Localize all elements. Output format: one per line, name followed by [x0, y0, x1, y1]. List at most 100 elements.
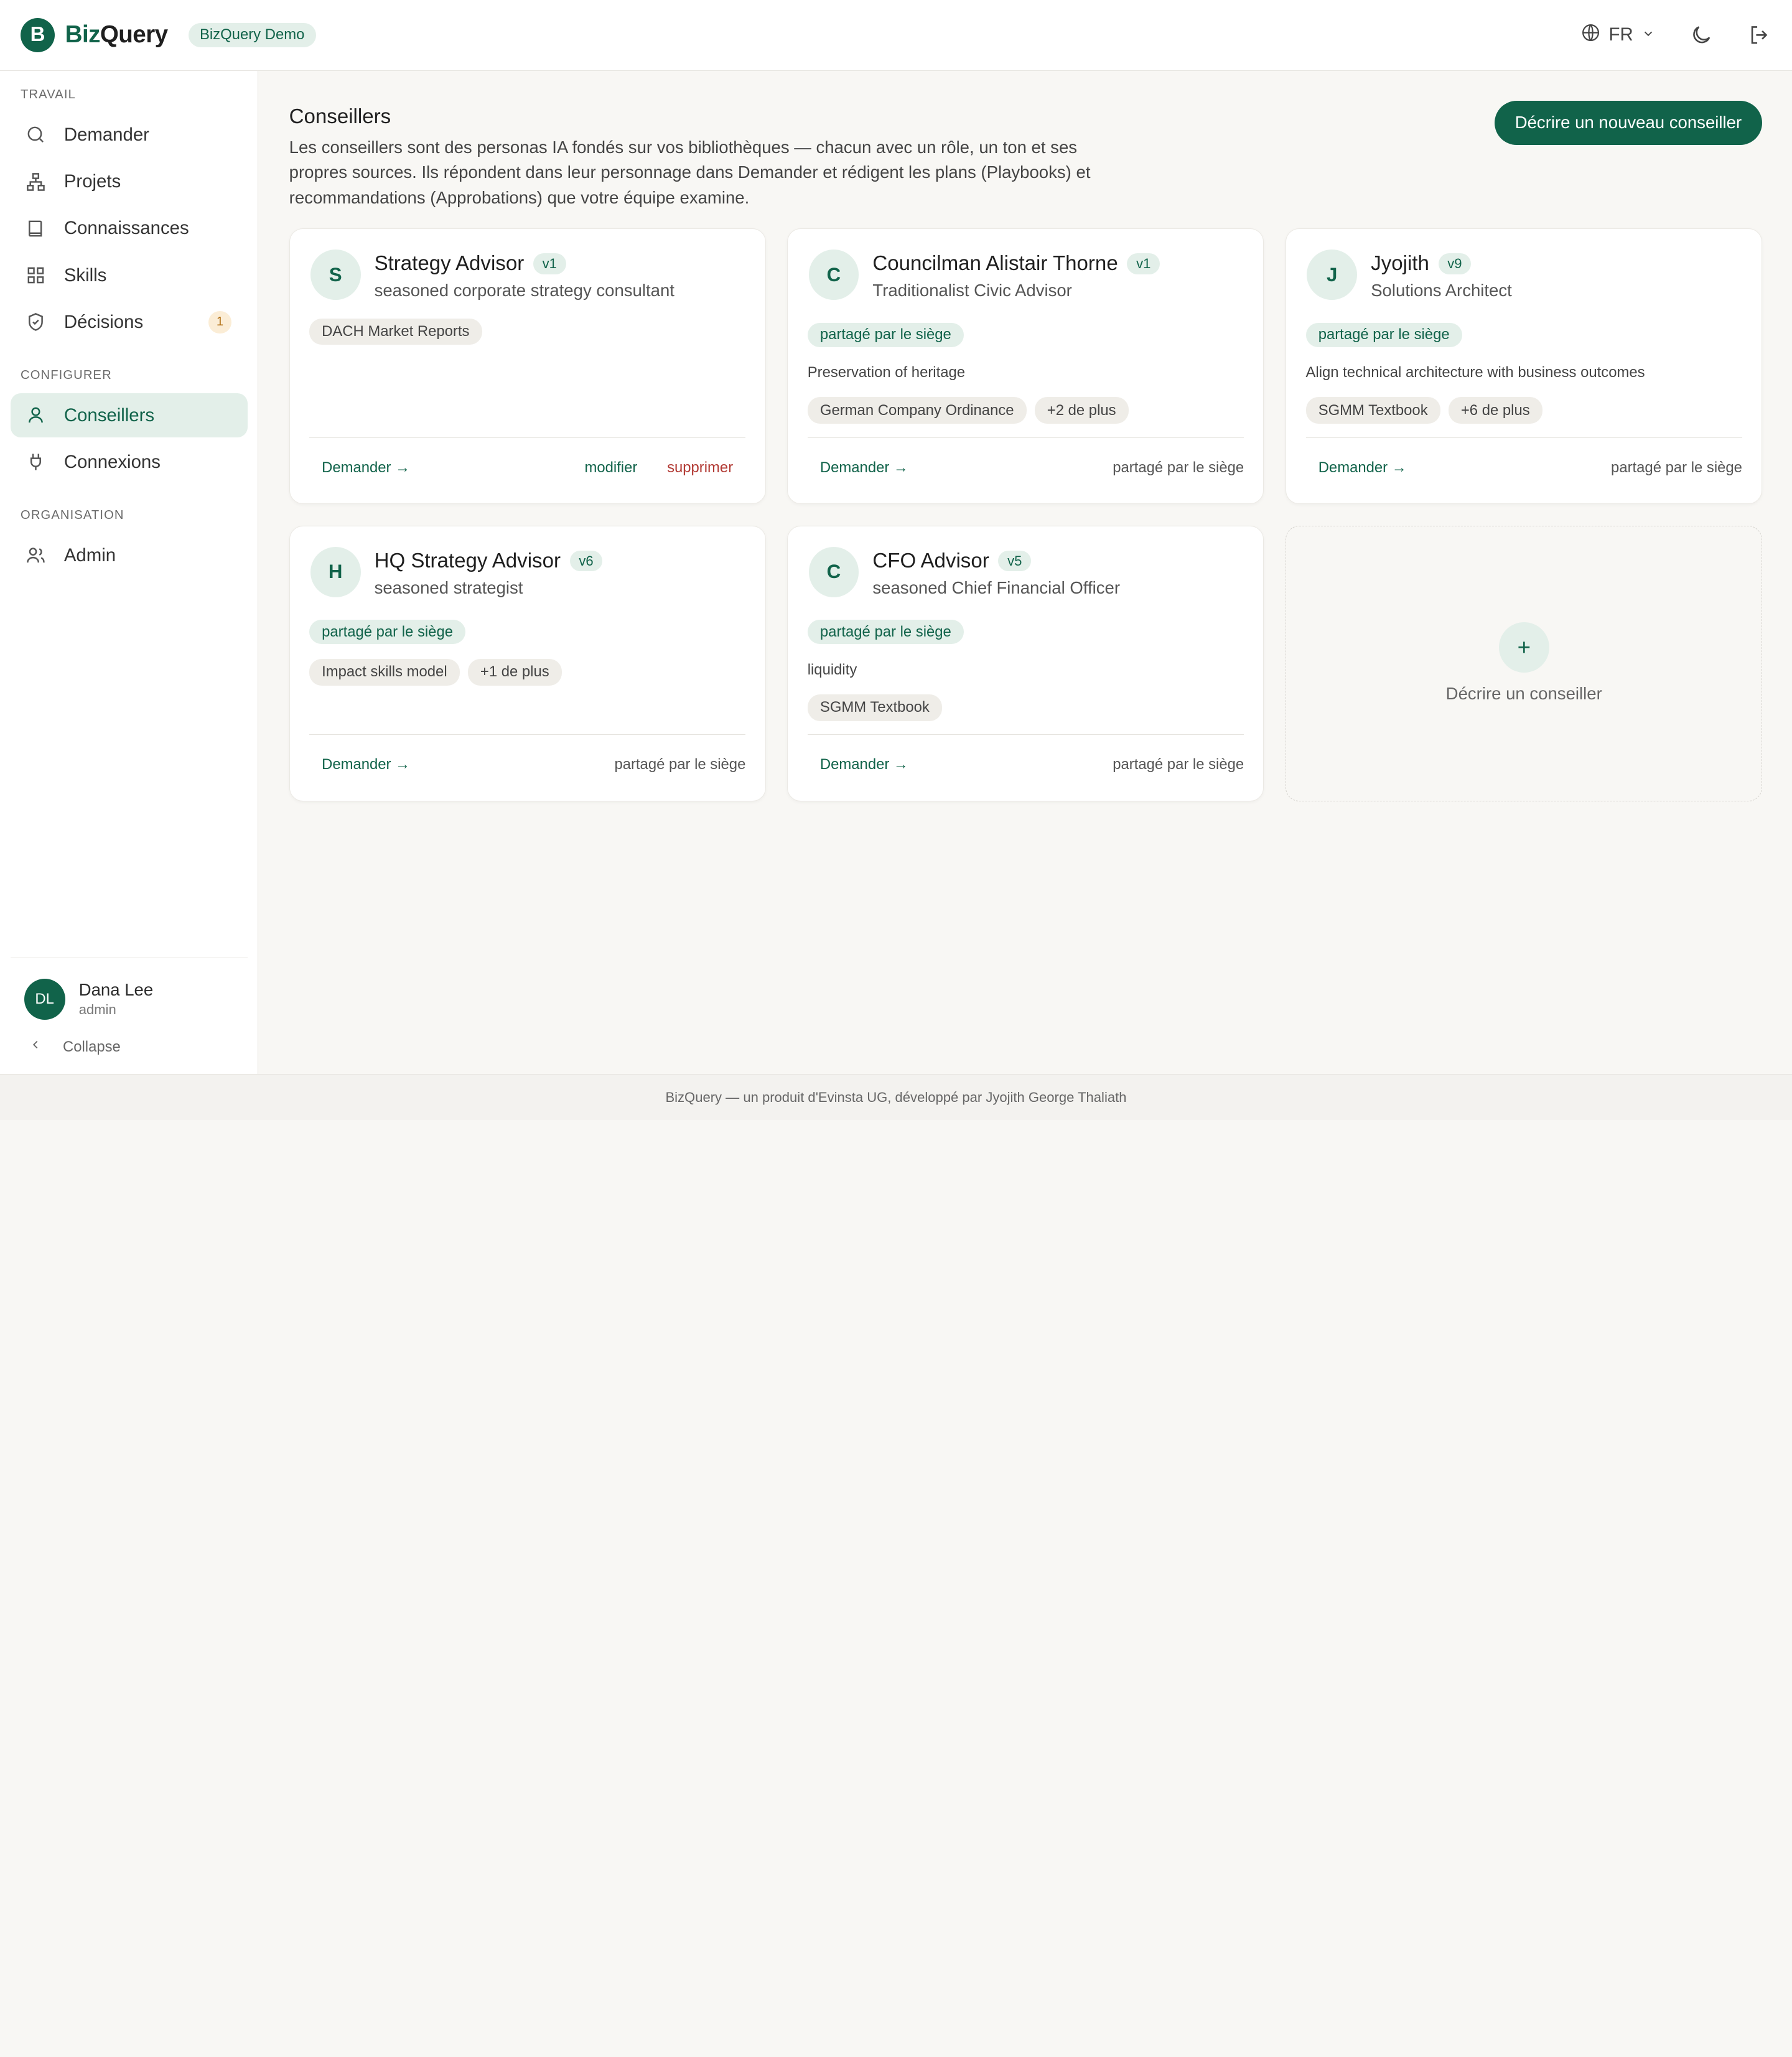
sidebar-item-label: Connexions [63, 451, 161, 472]
sidebar-item-connexions[interactable]: Connexions [11, 440, 248, 485]
advisor-card-strategy-advisor: S Strategy Advisor v1 seasoned corporate… [289, 228, 766, 504]
brand-part-biz: Biz [65, 21, 101, 49]
delete-link[interactable]: supprimer [667, 459, 745, 477]
sidebar-item-conseillers[interactable]: Conseillers [10, 393, 248, 438]
user-role: admin [78, 1002, 116, 1018]
shield-icon [25, 311, 48, 334]
ask-link[interactable]: Demander → [808, 459, 908, 477]
sidebar-item-connaissances[interactable]: Connaissances [11, 207, 248, 251]
advisor-name: Jyojith [1371, 252, 1429, 276]
user-name: Dana Lee [78, 979, 154, 999]
language-selector[interactable]: FR [1580, 22, 1655, 48]
advisor-avatar: S [310, 250, 361, 301]
more-sources-chip[interactable]: +2 de plus [1034, 397, 1129, 424]
shared-badge: partagé par le siège [309, 620, 466, 645]
ask-link[interactable]: Demander → [309, 756, 410, 773]
version-badge: v9 [1438, 253, 1472, 274]
advisor-card-councilman: C Councilman Alistair Thorne v1 Traditio… [787, 228, 1264, 504]
source-chip: DACH Market Reports [309, 318, 482, 345]
plug-icon [25, 451, 48, 474]
chevron-down-icon [1641, 24, 1655, 45]
advisor-name: HQ Strategy Advisor [374, 549, 561, 572]
advisor-role: Solutions Architect [1371, 280, 1512, 300]
advisor-avatar: C [808, 250, 859, 301]
collapse-button[interactable]: Collapse [11, 1031, 248, 1074]
sidebar-item-label: Admin [63, 544, 116, 566]
version-badge: v1 [533, 253, 566, 274]
advisor-card-hq-strategy-advisor: H HQ Strategy Advisor v6 seasoned strate… [289, 525, 766, 801]
shared-badge: partagé par le siège [1305, 322, 1462, 347]
sidebar-item-projets[interactable]: Projets [11, 159, 248, 204]
version-badge: v5 [998, 550, 1032, 572]
advisor-role: seasoned strategist [374, 577, 523, 597]
version-badge: v6 [569, 550, 603, 572]
sidebar-item-label: Demander [63, 124, 149, 145]
page-footer: BizQuery — un produit d'Evinsta UG, déve… [0, 1074, 1792, 1120]
more-sources-chip[interactable]: +1 de plus [467, 658, 562, 686]
sidebar-item-skills[interactable]: Skills [11, 253, 248, 298]
sidebar-footer: DL Dana Lee admin Collapse [10, 957, 248, 1075]
shared-status: partagé par le siège [1611, 459, 1742, 476]
section-label-configurer: CONFIGURER [21, 368, 112, 383]
advisor-name: Strategy Advisor [374, 252, 525, 276]
brand-part-query: Query [100, 21, 168, 49]
user-profile[interactable]: DL Dana Lee admin [11, 958, 248, 1032]
section-label-travail: TRAVAIL [21, 88, 76, 102]
version-badge: v1 [1127, 253, 1160, 274]
add-advisor-card[interactable]: + Décrire un conseiller [1286, 525, 1763, 801]
advisor-role: seasoned corporate strategy consultant [374, 280, 674, 300]
sidebar-item-label: Projets [63, 171, 121, 192]
advisor-avatar: J [1307, 250, 1358, 301]
brand-name[interactable]: BizQuery [65, 21, 168, 49]
sidebar: TRAVAIL Demander Projets Connaissances S… [0, 70, 259, 1075]
top-header: B BizQuery BizQuery Demo FR [0, 0, 1792, 71]
user-icon [25, 404, 48, 427]
edit-link[interactable]: modifier [584, 459, 637, 477]
demo-badge: BizQuery Demo [188, 22, 316, 47]
section-label-organisation: ORGANISATION [21, 508, 124, 523]
advisor-role: seasoned Chief Financial Officer [872, 577, 1120, 597]
decisions-count-badge: 1 [208, 310, 231, 334]
plus-icon: + [1498, 622, 1549, 673]
source-chip: German Company Ordinance [807, 397, 1027, 424]
more-sources-chip[interactable]: +6 de plus [1448, 397, 1542, 424]
source-chip: SGMM Textbook [807, 694, 943, 721]
chevron-left-icon [29, 1038, 42, 1056]
page-title: Conseillers [289, 105, 391, 128]
ask-link[interactable]: Demander → [808, 756, 908, 773]
shared-badge: partagé par le siège [807, 620, 964, 645]
moon-icon[interactable] [1689, 23, 1714, 47]
advisor-role: Traditionalist Civic Advisor [872, 280, 1072, 300]
advisor-card-jyojith: J Jyojith v9 Solutions Architect partagé… [1286, 228, 1763, 504]
new-advisor-button[interactable]: Décrire un nouveau conseiller [1494, 100, 1763, 146]
book-icon [25, 217, 48, 240]
sidebar-item-decisions[interactable]: Décisions 1 [11, 300, 248, 345]
advisor-focus: Align technical architecture with busine… [1305, 364, 1645, 381]
card-divider [309, 734, 746, 735]
source-chip: Impact skills model [309, 658, 460, 686]
shared-status: partagé par le siège [1113, 459, 1244, 476]
shared-badge: partagé par le siège [807, 322, 964, 347]
source-chip: SGMM Textbook [1305, 397, 1440, 424]
ask-link[interactable]: Demander → [309, 459, 410, 477]
sidebar-item-label: Skills [63, 264, 107, 286]
logo[interactable]: B [21, 17, 55, 52]
shared-status: partagé par le siège [1113, 756, 1244, 773]
card-divider [1305, 437, 1742, 438]
collapse-label: Collapse [62, 1038, 121, 1055]
advisor-name: CFO Advisor [872, 549, 989, 572]
logout-icon[interactable] [1747, 23, 1771, 47]
sidebar-item-admin[interactable]: Admin [11, 533, 248, 578]
sidebar-item-label: Décisions [63, 311, 144, 332]
shared-status: partagé par le siège [614, 756, 746, 773]
org-icon [25, 170, 48, 194]
add-advisor-label: Décrire un conseiller [1445, 684, 1602, 704]
sidebar-item-demander[interactable]: Demander [11, 113, 248, 157]
sidebar-item-label: Connaissances [63, 218, 189, 239]
advisor-name: Councilman Alistair Thorne [872, 252, 1118, 276]
grid-icon [25, 264, 48, 287]
globe-icon [1580, 22, 1601, 48]
users-icon [25, 544, 48, 567]
ask-link[interactable]: Demander → [1306, 459, 1407, 477]
card-divider [309, 437, 746, 438]
